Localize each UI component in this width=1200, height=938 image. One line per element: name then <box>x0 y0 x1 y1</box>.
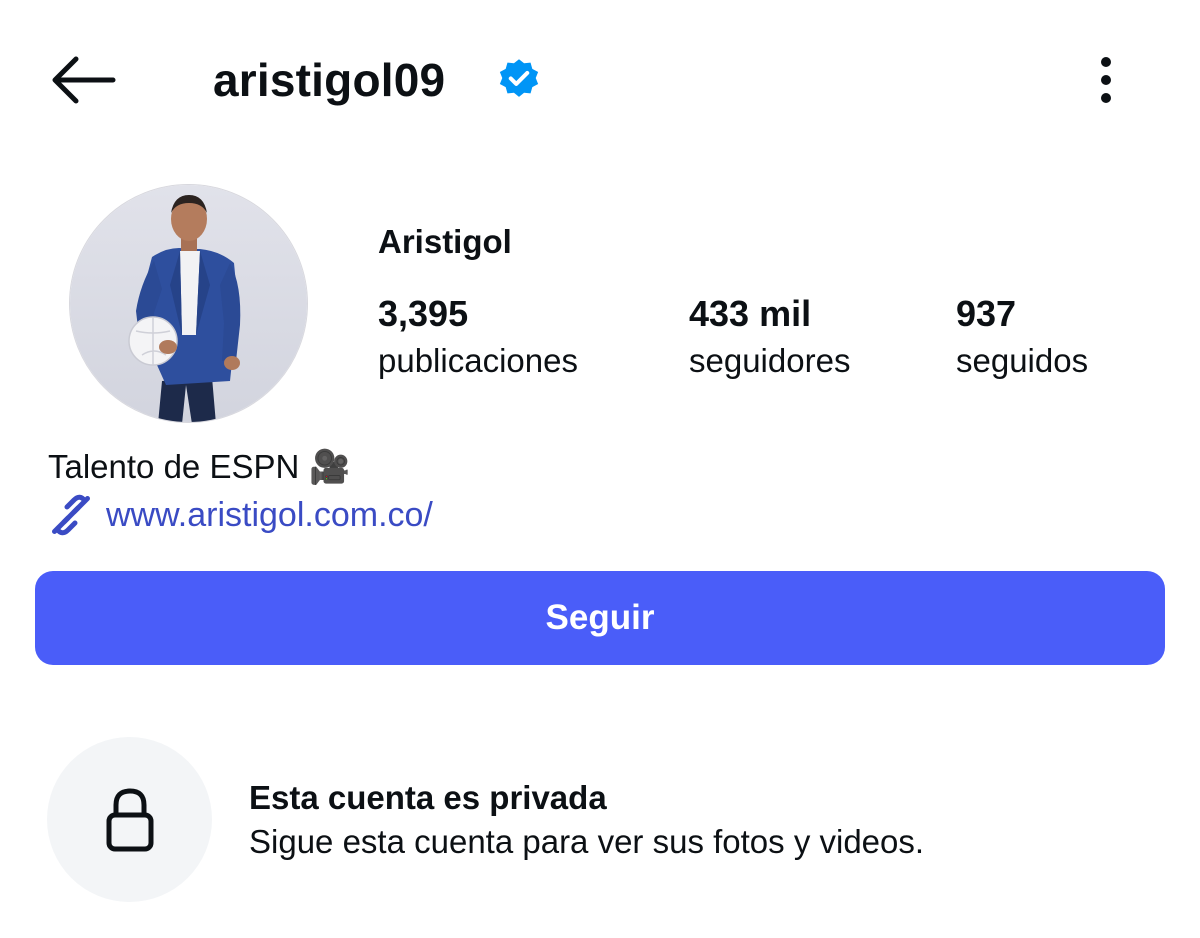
stat-value: 937 <box>956 293 1017 334</box>
follow-button[interactable]: Seguir <box>35 571 1165 665</box>
link-text: www.aristigol.com.co/ <box>106 495 433 534</box>
arrow-left-icon <box>52 56 116 104</box>
lock-icon <box>106 787 153 851</box>
verified-badge-icon <box>499 59 539 97</box>
stat-followers[interactable]: 433 mil seguidores <box>689 292 850 383</box>
more-vertical-icon <box>1101 57 1111 103</box>
private-account-title: Esta cuenta es privada <box>249 779 607 816</box>
stat-following[interactable]: 937 seguidos <box>956 292 1088 383</box>
profile-photo <box>70 185 307 422</box>
video-camera-icon: 🎥 <box>309 448 351 485</box>
stat-value: 433 mil <box>689 293 812 334</box>
profile-full-name: Aristigol <box>378 223 512 260</box>
profile-bio: Talento de ESPN 🎥 <box>48 445 350 489</box>
stat-value: 3,395 <box>378 293 469 334</box>
bio-text: Talento de ESPN <box>48 448 300 485</box>
profile-link[interactable]: www.aristigol.com.co/ <box>48 493 433 537</box>
profile-username: aristigol09 <box>213 54 446 106</box>
more-options-button[interactable] <box>1084 52 1128 108</box>
stat-label: seguidos <box>956 342 1089 379</box>
link-icon <box>52 494 90 536</box>
stat-label: publicaciones <box>378 342 578 379</box>
stat-posts[interactable]: 3,395 publicaciones <box>378 292 578 383</box>
private-lock-badge <box>47 737 212 902</box>
private-account-subtitle: Sigue esta cuenta para ver sus fotos y v… <box>249 823 925 860</box>
avatar[interactable] <box>69 184 308 423</box>
back-button[interactable] <box>44 48 120 112</box>
stat-label: seguidores <box>689 342 851 379</box>
